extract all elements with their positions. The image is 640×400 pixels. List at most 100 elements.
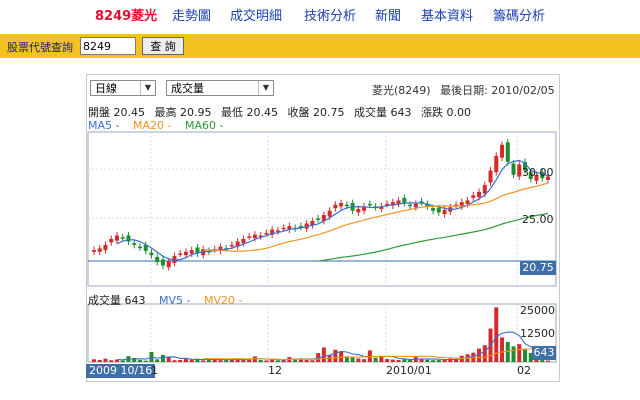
volume-bar [350, 357, 355, 362]
candle-body [160, 259, 165, 266]
candle-body [465, 200, 470, 204]
volume-bar [189, 359, 194, 362]
candle-body [264, 232, 269, 235]
volume-bar [241, 359, 246, 362]
price-panel [87, 131, 557, 287]
volume-bar [183, 359, 188, 362]
candle-body [494, 155, 499, 173]
volume-bar [304, 359, 309, 362]
candle-body [436, 208, 441, 213]
candle-body [431, 208, 436, 211]
volume-bar [511, 346, 516, 362]
volume-bar [425, 359, 430, 362]
candle-body [344, 204, 349, 207]
candle-body [413, 203, 418, 208]
volume-bar [166, 357, 171, 362]
legend-mv20: MV20 - [203, 294, 243, 307]
x-tick: 12 [268, 364, 282, 377]
volume-bar [517, 344, 522, 362]
x-tick: 1 [151, 364, 158, 377]
candle-body [281, 227, 286, 230]
volume-bar [310, 360, 315, 362]
volume-bar [390, 359, 395, 362]
volume-bar [97, 359, 102, 362]
candle-body [408, 204, 413, 207]
volume-bar [431, 360, 436, 362]
candle-body [333, 204, 338, 209]
legend-mv5: MV5 - [159, 294, 191, 307]
vol-axis-mid: 12500 [520, 327, 555, 340]
candle-body [132, 243, 137, 245]
x-tick: 2010/01 [386, 364, 432, 377]
volume-bar [92, 359, 96, 362]
candle-body [155, 256, 160, 263]
volume-bar [275, 360, 280, 362]
current-price-badge: 20.75 [520, 261, 556, 275]
volume-bar [356, 358, 361, 362]
candle-body [97, 248, 102, 252]
volume-bar [137, 359, 142, 362]
price-axis-mid: 25.00 [522, 213, 554, 226]
volume-bar [103, 358, 108, 362]
volume-bar [333, 349, 338, 362]
candle-body [500, 144, 505, 158]
candle-body [477, 191, 482, 198]
volume-bar [270, 359, 275, 362]
volume-bar [396, 359, 401, 362]
volume-bar [500, 337, 505, 362]
candle-body [482, 185, 487, 194]
candle-body [316, 218, 321, 220]
volume-bar [172, 360, 177, 362]
volume-bar [155, 359, 160, 362]
volume-bar [201, 360, 206, 362]
volume-bar [373, 357, 378, 362]
vol-axis-top: 25000 [520, 304, 555, 317]
candle-body [229, 244, 234, 247]
volume-bar [408, 359, 413, 362]
candle-body [505, 142, 510, 162]
candle-body [367, 203, 372, 206]
volume-bar [477, 348, 482, 362]
candle-body [471, 195, 476, 198]
candle-body [109, 238, 114, 243]
current-volume-badge: 643 [532, 346, 556, 360]
volume-bar [402, 359, 407, 362]
volume-legend: 成交量 643 MV5 - MV20 - [88, 292, 252, 308]
candle-body [178, 253, 183, 255]
volume-bar [143, 360, 148, 362]
candle-body [120, 237, 125, 239]
volume-bar [362, 359, 367, 362]
candle-body [252, 234, 257, 239]
candle-body [183, 251, 188, 256]
candle-body [92, 250, 96, 252]
candle-body [517, 164, 522, 177]
volume-bar [482, 345, 487, 362]
volume-bar [120, 360, 125, 362]
candle-body [247, 236, 252, 238]
price-volume-chart [87, 131, 557, 363]
candle-body [241, 238, 246, 244]
volume-bar [321, 347, 326, 362]
volume-bar [436, 359, 441, 362]
candle-body [488, 170, 493, 183]
volume-bar [546, 360, 550, 362]
volume-bar [379, 356, 384, 362]
candle-body [137, 246, 142, 249]
volume-bar [258, 359, 263, 362]
candle-body [149, 252, 154, 256]
candle-body [103, 244, 108, 251]
volume-bar [160, 354, 165, 362]
candle-body [114, 235, 119, 241]
price-axis-top: 30.00 [522, 166, 554, 179]
candle-body [189, 250, 194, 254]
candle-body [339, 203, 344, 207]
candle-body [356, 209, 361, 213]
x-tick: 02 [517, 364, 531, 377]
volume-bar [385, 359, 390, 362]
start-date-badge: 2009 10/16 [86, 364, 156, 378]
candle-body [327, 210, 332, 217]
volume-bar [218, 360, 223, 362]
legend-volume: 成交量 643 [88, 294, 146, 307]
candle-body [442, 209, 447, 215]
volume-bar [178, 359, 183, 362]
